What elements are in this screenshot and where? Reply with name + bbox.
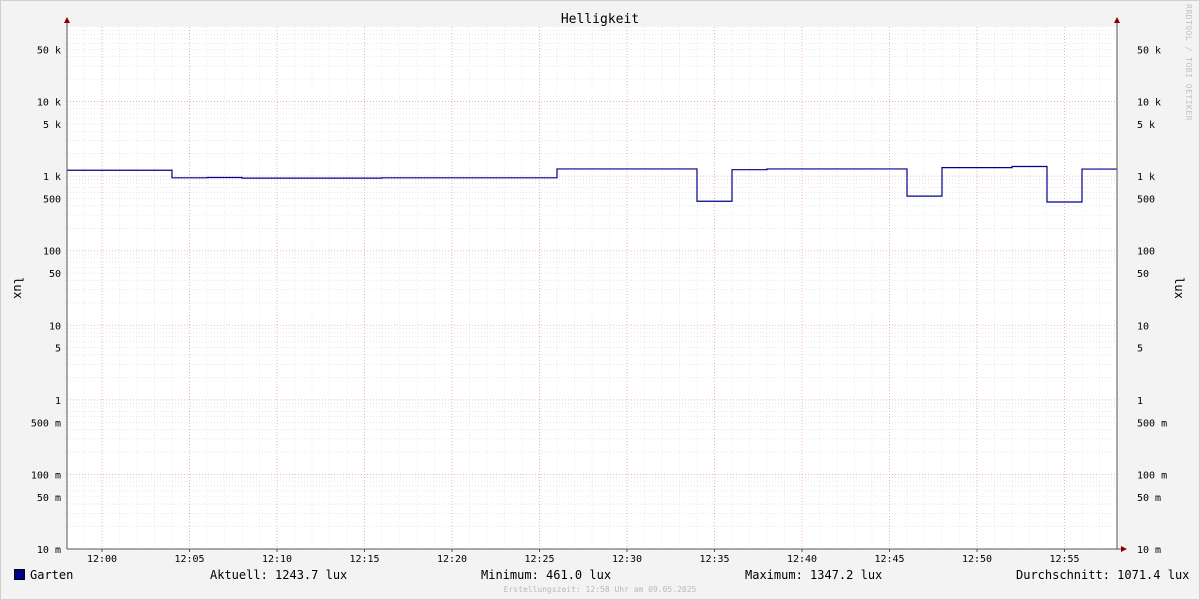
y-tick-label-left: 10 k: [37, 98, 61, 109]
x-tick-label: 12:05: [174, 554, 204, 565]
y-tick-label-right: 500: [1137, 195, 1155, 206]
brightness-chart: 50 k 10 k 5 k 1 k 500 100 50 10 5 1 500 m 100 m 50 m…: [11, 12, 1186, 565]
y-axis-label-left: lux: [11, 277, 25, 299]
x-tick-label: 12:45: [874, 554, 904, 565]
legend-average: Durchschnitt: 1071.4 lux: [1016, 568, 1190, 582]
x-axis-arrow-icon: [1121, 546, 1127, 552]
y-axis-label-right: lux: [1172, 277, 1186, 299]
y-tick-label-left: 500: [43, 195, 61, 206]
y-tick-label-right: 50: [1137, 269, 1149, 280]
y-tick-label-left: 1 k: [43, 172, 61, 183]
x-tick-label: 12:10: [262, 554, 292, 565]
x-tick-label: 12:00: [87, 554, 117, 565]
y-tick-label-left: 10 m: [37, 545, 61, 556]
x-tick-labels: 12:00 12:05 12:10 12:15 12:20 12:25 12:30 12:35…: [87, 554, 1080, 565]
y-tick-label-left: 5: [55, 344, 61, 355]
legend-maximum: Maximum: 1347.2 lux: [745, 568, 883, 582]
x-tick-label: 12:50: [962, 554, 992, 565]
y-tick-label-left: 50 m: [37, 493, 61, 504]
y-tick-label-left: 10: [49, 321, 61, 332]
y-tick-label-right: 100 m: [1137, 470, 1167, 481]
y-tick-label-right: 1 k: [1137, 172, 1155, 183]
y-tick-labels-left: 50 k 10 k 5 k 1 k 500 100 50 10 5 1 500 m 100 m 50 m…: [31, 45, 61, 556]
x-tick-label: 12:30: [612, 554, 642, 565]
y-tick-label-right: 50 m: [1137, 493, 1161, 504]
y-tick-label-right: 5 k: [1137, 120, 1155, 131]
y-axis-right-arrow-icon: [1114, 17, 1120, 23]
y-tick-label-right: 10 k: [1137, 98, 1161, 109]
y-tick-label-left: 50: [49, 269, 61, 280]
rrdtool-watermark: RRDTOOL / TOBI OETIKER: [1184, 4, 1193, 121]
y-tick-label-right: 10: [1137, 321, 1149, 332]
y-tick-label-right: 100: [1137, 247, 1155, 258]
legend-series-name: Garten: [30, 568, 74, 582]
y-tick-label-right: 1: [1137, 396, 1143, 407]
x-tick-label: 12:15: [349, 554, 379, 565]
y-tick-label-left: 100 m: [31, 470, 61, 481]
legend-minimum: Minimum: 461.0 lux: [481, 568, 612, 582]
legend-current: Aktuell: 1243.7 lux: [210, 568, 348, 582]
y-tick-label-left: 1: [55, 396, 61, 407]
y-tick-label-left: 50 k: [37, 45, 61, 56]
y-tick-labels-right: 50 k 10 k 5 k 1 k 500 100 50 10 5 1 500 m 100 m 50 m…: [1137, 45, 1167, 556]
y-tick-label-right: 5: [1137, 344, 1143, 355]
y-tick-label-left: 5 k: [43, 120, 61, 131]
y-axis-left-arrow-icon: [64, 17, 70, 23]
x-tick-label: 12:20: [437, 554, 467, 565]
x-tick-label: 12:25: [524, 554, 554, 565]
x-tick-label: 12:55: [1049, 554, 1079, 565]
legend-row: Garten Aktuell: 1243.7 lux Minimum: 461.…: [0, 566, 1200, 584]
y-tick-label-right: 10 m: [1137, 545, 1161, 556]
y-tick-label-left: 100: [43, 247, 61, 258]
x-tick-label: 12:40: [787, 554, 817, 565]
y-tick-label-right: 50 k: [1137, 45, 1161, 56]
x-tick-label: 12:35: [699, 554, 729, 565]
y-tick-label-left: 500 m: [31, 418, 61, 429]
chart-title: Helligkeit: [561, 12, 639, 27]
y-tick-label-right: 500 m: [1137, 418, 1167, 429]
creation-time: Erstellungszeit: 12:58 Uhr am 09.05.2025: [503, 585, 697, 594]
legend-swatch-garten: [14, 569, 25, 580]
